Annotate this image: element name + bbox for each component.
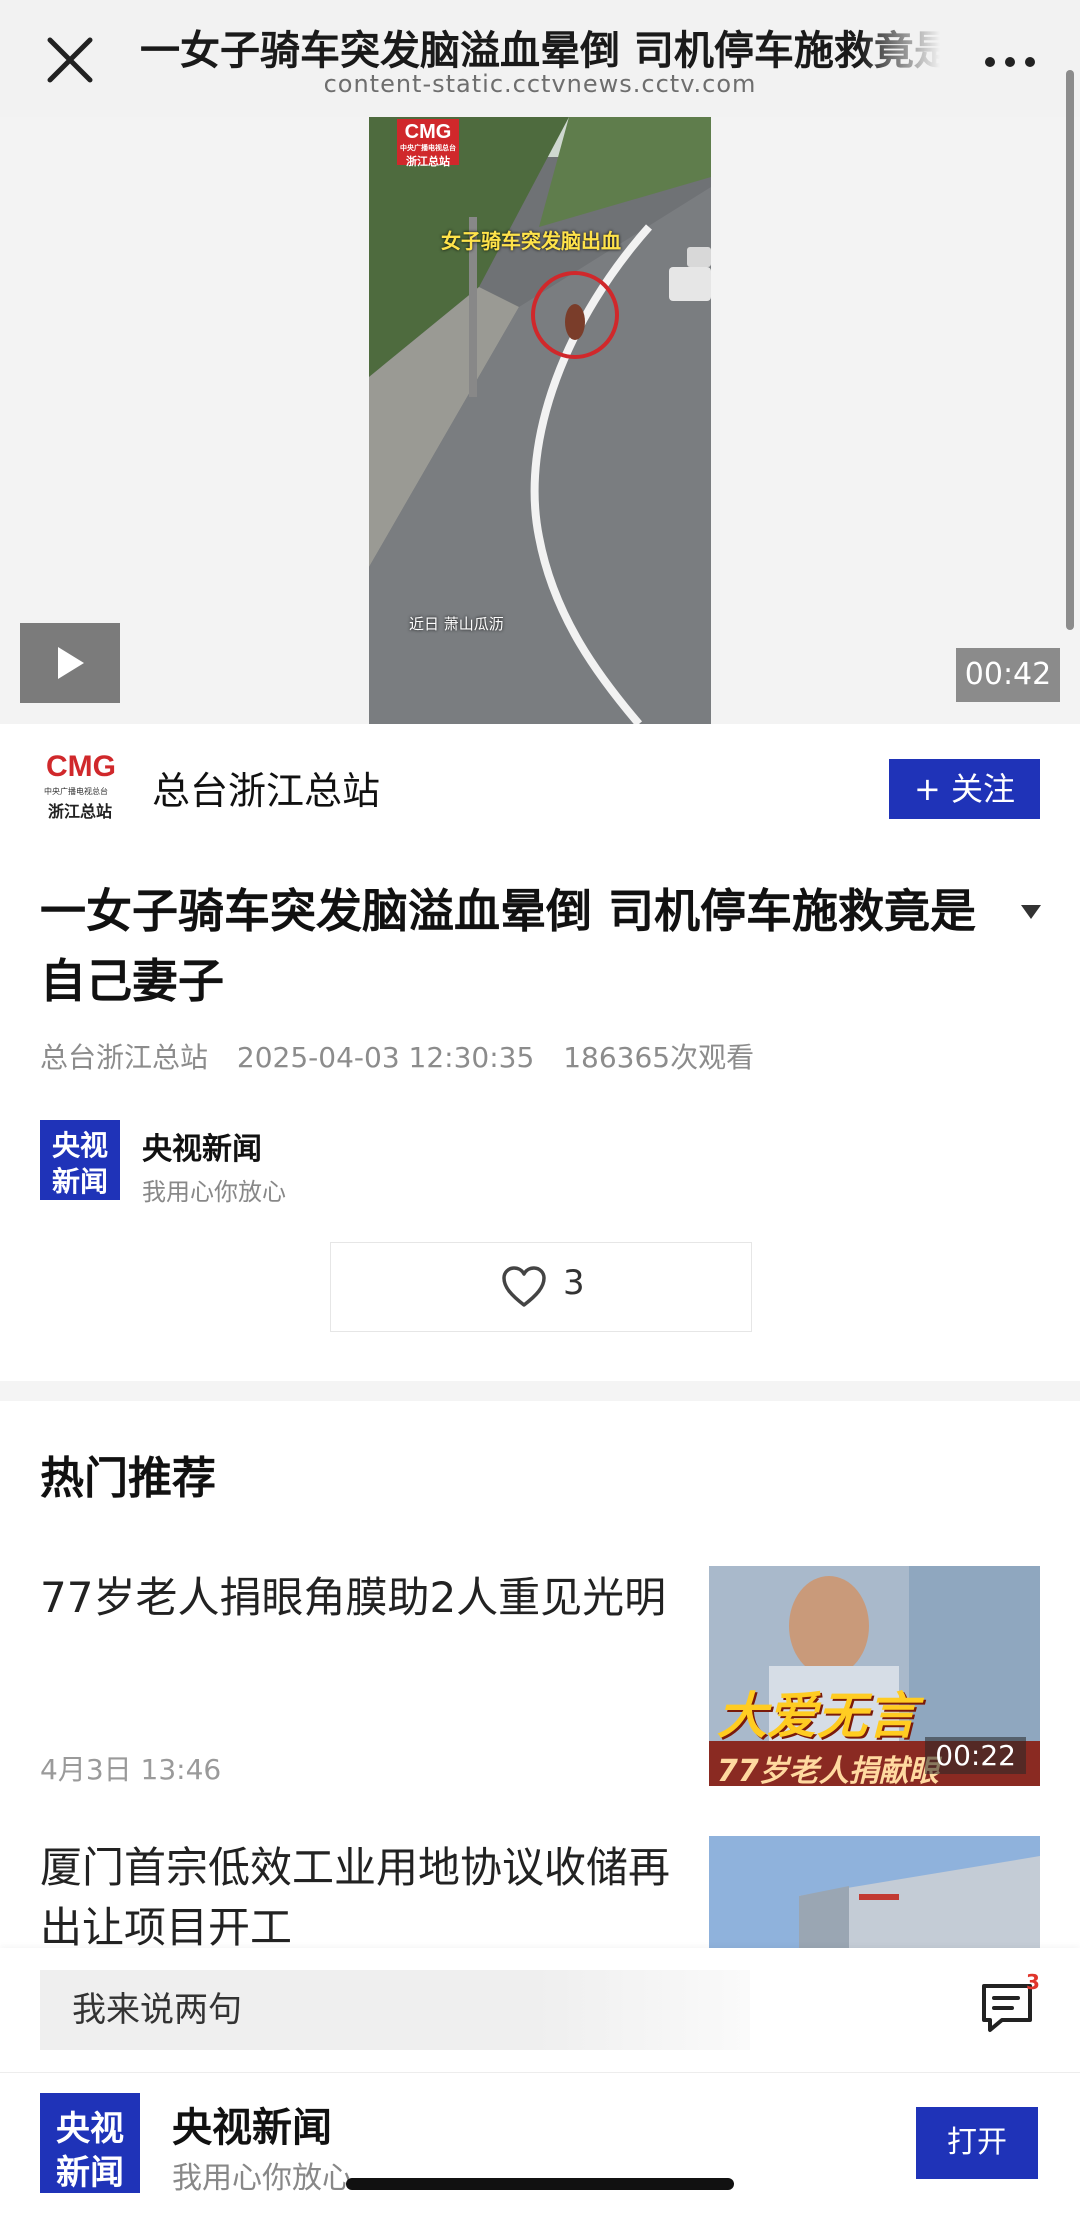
like-button[interactable]: 3 <box>330 1242 752 1332</box>
app-logo-top: 央视 <box>56 2109 124 2149</box>
browser-top-bar: 一女子骑车突发脑溢血晕倒 司机停车施救竟是自己妻子 content-static… <box>0 0 1080 117</box>
section-title: 热门推荐 <box>40 1453 216 1504</box>
list-item-date: 4月3日 13:46 <box>40 1753 222 1786</box>
list-item-title[interactable]: 77岁老人捐眼角膜助2人重见光明 <box>40 1568 680 1628</box>
video-frame: CMG 中央广播电视总台 浙江总站 女子骑车突发脑出血 近日 萧山瓜沥 <box>369 117 711 724</box>
channel-logo-text: CMG <box>46 750 116 783</box>
article-meta: 总台浙江总站 2025-04-03 12:30:35 186365次观看 <box>40 1036 774 1076</box>
source-logo-top: 央视 <box>51 1129 108 1162</box>
page-url: content-static.cctvnews.cctv.com <box>323 70 757 98</box>
follow-button[interactable]: + 关注 <box>889 759 1040 819</box>
section-divider <box>0 1381 1080 1401</box>
video-logo-station: 浙江总站 <box>406 155 450 168</box>
comment-bar: 我来说两句 3 <box>0 1948 1080 2072</box>
channel-logo[interactable]: CMG 中央广播电视总台 浙江总站 <box>40 750 130 821</box>
like-count: 3 <box>563 1263 585 1303</box>
article-source: 总台浙江总站 <box>40 1041 209 1074</box>
more-icon[interactable] <box>980 40 1040 80</box>
app-slogan: 我用心你放心 <box>172 2161 352 2196</box>
app-logo-bottom: 新闻 <box>56 2153 124 2193</box>
source-slogan: 我用心你放心 <box>142 1178 286 1206</box>
thumbnail-subcaption: 77岁老人捐献眼 <box>717 1754 939 1786</box>
source-name[interactable]: 央视新闻 <box>142 1124 262 1168</box>
video-caption-bottom: 近日 萧山瓜沥 <box>409 615 504 633</box>
video-player[interactable]: CMG 中央广播电视总台 浙江总站 女子骑车突发脑出血 近日 萧山瓜沥 00:4… <box>0 117 1080 724</box>
expand-icon[interactable] <box>1016 896 1046 926</box>
list-item-duration: 00:22 <box>925 1737 1026 1774</box>
video-caption-top: 女子骑车突发脑出血 <box>441 229 621 253</box>
article-datetime: 2025-04-03 12:30:35 <box>236 1041 535 1074</box>
scrollbar[interactable] <box>1066 70 1074 630</box>
source-logo-bottom: 新闻 <box>51 1165 108 1198</box>
article-views: 186365次观看 <box>563 1041 755 1074</box>
channel-logo-station: 浙江总站 <box>48 802 113 821</box>
thumbnail-caption: 大爱无言 <box>717 1687 917 1745</box>
page-title: 一女子骑车突发脑溢血晕倒 司机停车施救竟是自己妻子 <box>140 28 940 74</box>
app-logo: 央视 新闻 <box>40 2093 140 2193</box>
video-logo: CMG <box>404 121 452 143</box>
play-icon[interactable] <box>20 623 120 703</box>
video-logo-sub: 中央广播电视总台 <box>400 144 456 152</box>
comment-count-badge: 3 <box>1026 1970 1040 1994</box>
list-item-thumbnail[interactable]: 大爱无言 77岁老人捐献眼 00:22 <box>709 1566 1040 1786</box>
list-item-thumbnail[interactable] <box>709 1836 1040 1948</box>
app-name: 央视新闻 <box>172 2105 332 2151</box>
heart-icon <box>501 1265 547 1309</box>
home-indicator[interactable] <box>346 2178 734 2190</box>
close-icon[interactable] <box>40 30 100 90</box>
channel-name[interactable]: 总台浙江总站 <box>152 760 380 815</box>
source-logo[interactable]: 央视 新闻 <box>40 1120 120 1200</box>
channel-logo-sub: 中央广播电视总台 <box>44 787 108 796</box>
app-banner: 央视 新闻 央视新闻 我用心你放心 打开 <box>0 2072 1080 2213</box>
comment-input[interactable]: 我来说两句 <box>40 1970 750 2050</box>
list-item-title[interactable]: 厦门首宗低效工业用地协议收储再出让项目开工 <box>40 1838 680 1958</box>
article-title: 一女子骑车突发脑溢血晕倒 司机停车施救竟是自己妻子 <box>40 884 977 1008</box>
open-app-button[interactable]: 打开 <box>916 2107 1038 2179</box>
video-duration: 00:42 <box>956 648 1060 702</box>
